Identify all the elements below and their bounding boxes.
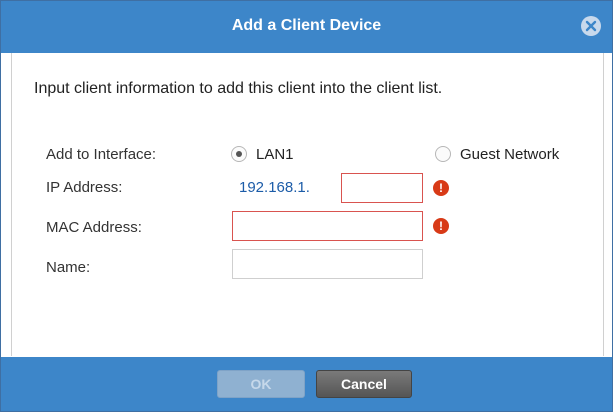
close-icon[interactable] xyxy=(581,16,601,36)
dialog-footer: OK Cancel xyxy=(1,357,612,411)
interface-label: Add to Interface: xyxy=(46,146,157,163)
radio-lan1[interactable] xyxy=(231,146,247,162)
ip-prefix: 192.168.1. xyxy=(239,179,310,196)
ok-button[interactable]: OK xyxy=(217,370,305,398)
mac-address-input[interactable] xyxy=(232,211,423,241)
dialog-title: Add a Client Device xyxy=(231,17,382,34)
instruction-text: Input client information to add this cli… xyxy=(34,80,443,97)
mac-error-icon: ! xyxy=(433,218,449,234)
name-input[interactable] xyxy=(232,249,423,279)
name-label: Name: xyxy=(46,259,91,276)
radio-guest-network[interactable] xyxy=(435,146,451,162)
cancel-button[interactable]: Cancel xyxy=(316,370,412,398)
radio-lan1-label[interactable]: LAN1 xyxy=(256,146,294,163)
mac-address-label: MAC Address: xyxy=(46,219,142,236)
ip-last-octet-input[interactable] xyxy=(341,173,423,203)
ip-address-label: IP Address: xyxy=(46,179,123,196)
add-client-dialog: Add a Client Device Input client informa… xyxy=(0,0,613,412)
radio-guest-network-label[interactable]: Guest Network xyxy=(460,146,559,163)
dialog-titlebar: Add a Client Device xyxy=(1,1,612,53)
ip-error-icon: ! xyxy=(433,180,449,196)
dialog-body xyxy=(11,53,604,356)
